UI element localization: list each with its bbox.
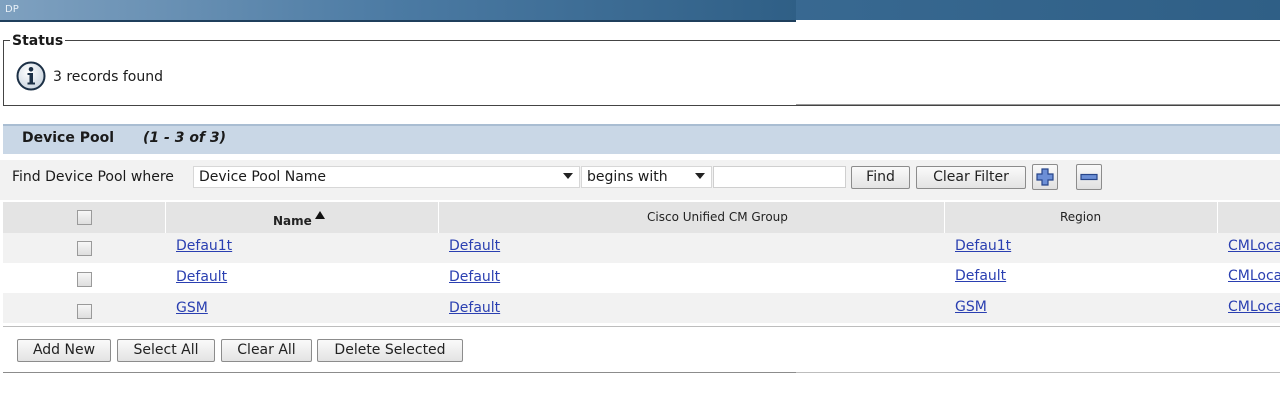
- row-checkbox[interactable]: [77, 241, 92, 256]
- status-message: 3 records found: [53, 69, 163, 85]
- add-criteria-button[interactable]: [1032, 164, 1058, 190]
- record-range: (1 - 3 of 3): [143, 130, 227, 146]
- row-cm-group-link[interactable]: Default: [449, 269, 500, 285]
- row-name-link[interactable]: Default: [176, 269, 227, 285]
- search-input[interactable]: [713, 166, 846, 188]
- row-location-link[interactable]: CMLoca: [1228, 299, 1280, 315]
- row-cm-group-link[interactable]: Default: [449, 300, 500, 316]
- footer-divider: [796, 372, 1280, 373]
- row-region-link[interactable]: Default: [955, 268, 1006, 284]
- row-cm-group-link[interactable]: Default: [449, 238, 500, 254]
- row-name-link[interactable]: GSM: [176, 300, 208, 316]
- minus-icon: [1080, 173, 1098, 181]
- row-checkbox[interactable]: [77, 304, 92, 319]
- find-button[interactable]: Find: [851, 166, 910, 189]
- clear-filter-button[interactable]: Clear Filter: [916, 166, 1026, 189]
- chevron-down-icon: [563, 173, 573, 179]
- status-panel: [3, 40, 1280, 106]
- select-all-checkbox[interactable]: [77, 210, 92, 225]
- select-all-button[interactable]: Select All: [117, 339, 215, 362]
- column-separator: [1217, 202, 1218, 233]
- clear-all-button[interactable]: Clear All: [221, 339, 312, 362]
- chevron-down-icon: [695, 173, 705, 179]
- sort-ascending-icon: [315, 211, 325, 219]
- search-operator-value: begins with: [587, 169, 668, 185]
- plus-icon: [1036, 168, 1054, 186]
- search-field-select[interactable]: Device Pool Name: [193, 166, 580, 188]
- row-region-link[interactable]: Defau1t: [955, 238, 1011, 254]
- column-separator: [165, 202, 166, 233]
- add-new-button[interactable]: Add New: [17, 339, 111, 362]
- info-icon: [16, 61, 46, 91]
- row-name-link[interactable]: Defau1t: [176, 238, 232, 254]
- section-title: Device Pool: [22, 130, 115, 146]
- column-separator: [944, 202, 945, 233]
- window-title: DP: [5, 4, 19, 15]
- column-header-name[interactable]: Name: [273, 214, 312, 228]
- delete-selected-button[interactable]: Delete Selected: [317, 339, 463, 362]
- row-region-link[interactable]: GSM: [955, 299, 987, 315]
- row-location-link[interactable]: CMLoca: [1228, 268, 1280, 284]
- title-bar-left: [0, 0, 796, 22]
- status-legend: Status: [10, 33, 66, 49]
- find-label: Find Device Pool where: [12, 169, 174, 185]
- row-location-link[interactable]: CMLoca: [1228, 238, 1280, 254]
- column-separator: [438, 202, 439, 233]
- search-operator-select[interactable]: begins with: [581, 166, 712, 188]
- remove-criteria-button[interactable]: [1076, 164, 1102, 190]
- row-checkbox[interactable]: [77, 272, 92, 287]
- column-header-region[interactable]: Region: [1060, 210, 1101, 224]
- table-bottom-border: [3, 326, 1280, 327]
- status-divider: [796, 104, 1280, 105]
- search-field-value: Device Pool Name: [199, 169, 327, 185]
- column-header-cm-group[interactable]: Cisco Unified CM Group: [647, 210, 788, 224]
- footer-divider: [3, 372, 796, 373]
